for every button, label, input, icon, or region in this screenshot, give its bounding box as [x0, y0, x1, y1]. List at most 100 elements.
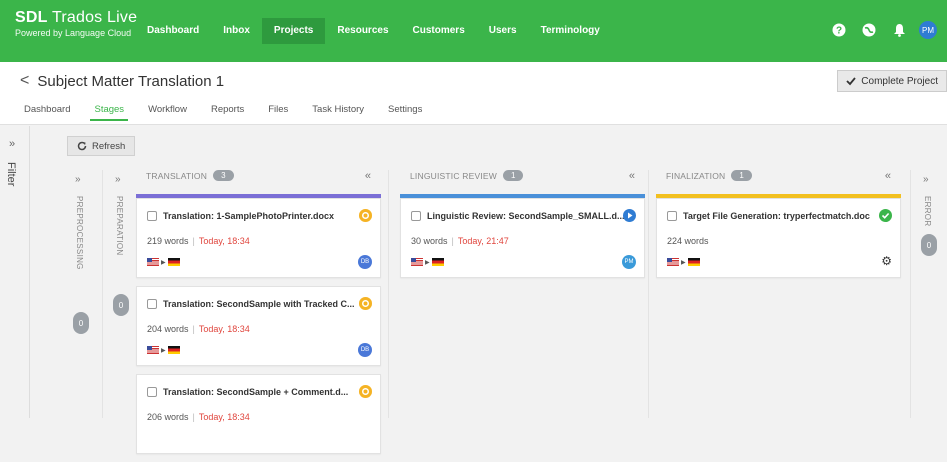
- expand-stage-icon[interactable]: »: [75, 174, 81, 185]
- nav-resources[interactable]: Resources: [325, 18, 400, 44]
- flag-de-icon: [167, 346, 180, 354]
- task-card[interactable]: Linguistic Review: SecondSample_SMALL.d.…: [400, 198, 645, 278]
- flag-de-icon: [687, 258, 700, 266]
- refresh-button[interactable]: Refresh: [67, 136, 136, 156]
- task-card[interactable]: Translation: 1-SamplePhotoPrinter.docx 2…: [136, 198, 381, 278]
- language-pair: ▶: [147, 258, 180, 266]
- project-tabs: Dashboard Stages Workflow Reports Files …: [24, 104, 434, 121]
- collapse-stage-icon[interactable]: «: [365, 170, 371, 182]
- complete-project-label: Complete Project: [861, 75, 938, 87]
- filter-sidebar[interactable]: » Filter: [0, 126, 30, 418]
- expand-stage-icon[interactable]: »: [923, 174, 929, 185]
- refresh-icon: [77, 141, 87, 151]
- task-card[interactable]: Target File Generation: tryperfectmatch.…: [656, 198, 901, 278]
- complete-project-button[interactable]: Complete Project: [837, 70, 947, 92]
- filter-label: Filter: [5, 162, 17, 187]
- task-due-date: Today, 18:34: [198, 324, 250, 334]
- assignee-avatar[interactable]: DB: [358, 255, 372, 269]
- task-title: Translation: SecondSample with Tracked C…: [163, 299, 355, 309]
- play-status-icon: [623, 209, 636, 222]
- svg-text:?: ?: [836, 26, 842, 37]
- tab-reports[interactable]: Reports: [199, 104, 256, 121]
- task-card[interactable]: Translation: SecondSample with Tracked C…: [136, 286, 381, 366]
- checkmark-icon: [846, 77, 856, 86]
- stage-finalization: FINALIZATION 1 « Target File Generation:…: [656, 166, 901, 418]
- task-title: Translation: 1-SamplePhotoPrinter.docx: [163, 211, 335, 221]
- nav-users[interactable]: Users: [477, 18, 529, 44]
- language-arrow-icon: ▶: [161, 259, 166, 266]
- brand-subtitle: Powered by Language Cloud: [15, 28, 132, 38]
- help-icon[interactable]: ?: [829, 20, 849, 40]
- task-card-list: Target File Generation: tryperfectmatch.…: [656, 198, 901, 286]
- refresh-label: Refresh: [92, 140, 126, 152]
- gear-icon[interactable]: ⚙: [881, 254, 892, 268]
- task-title: Target File Generation: tryperfectmatch.…: [683, 211, 870, 221]
- task-title: Linguistic Review: SecondSample_SMALL.d.…: [427, 211, 625, 221]
- column-divider: [910, 170, 911, 418]
- globe-icon[interactable]: [859, 20, 879, 40]
- stage-preprocessing-collapsed[interactable]: » PREPROCESSING 0: [66, 170, 96, 418]
- brand-logo[interactable]: SDL Trados Live Powered by Language Clou…: [15, 9, 137, 38]
- main-nav: Dashboard Inbox Projects Resources Custo…: [135, 18, 612, 44]
- column-divider: [648, 170, 649, 418]
- tab-stages[interactable]: Stages: [82, 104, 136, 121]
- title-row: < Subject Matter Translation 1: [20, 72, 224, 90]
- task-checkbox[interactable]: [147, 387, 157, 397]
- task-card[interactable]: Translation: SecondSample + Comment.d...…: [136, 374, 381, 454]
- back-arrow-icon[interactable]: <: [20, 72, 29, 90]
- stage-preprocessing-label: PREPROCESSING: [75, 196, 84, 270]
- tab-dashboard[interactable]: Dashboard: [24, 104, 82, 121]
- stage-title: LINGUISTIC REVIEW: [410, 170, 497, 181]
- stage-error-count: 0: [921, 234, 937, 256]
- project-header: < Subject Matter Translation 1 Complete …: [0, 62, 947, 125]
- task-checkbox[interactable]: [147, 211, 157, 221]
- task-due-date: Today, 21:47: [457, 236, 509, 246]
- bell-icon[interactable]: [889, 20, 909, 40]
- flag-us-icon: [147, 346, 159, 354]
- nav-dashboard[interactable]: Dashboard: [135, 18, 211, 44]
- task-word-count: 224 words: [667, 236, 709, 246]
- nav-customers[interactable]: Customers: [401, 18, 477, 44]
- user-avatar[interactable]: PM: [919, 21, 937, 39]
- flag-de-icon: [431, 258, 444, 266]
- task-due-date: Today, 18:34: [198, 236, 250, 246]
- stage-error-collapsed[interactable]: » ERROR 0: [914, 170, 944, 418]
- in-progress-status-icon: [359, 385, 372, 398]
- task-due-date: Today, 18:34: [198, 412, 250, 422]
- task-title: Translation: SecondSample + Comment.d...: [163, 387, 349, 397]
- stage-error-label: ERROR: [923, 196, 932, 227]
- brand-name-bold: SDL: [15, 9, 48, 26]
- task-checkbox[interactable]: [411, 211, 421, 221]
- task-checkbox[interactable]: [667, 211, 677, 221]
- flag-us-icon: [667, 258, 679, 266]
- task-word-count: 204 words: [147, 324, 189, 334]
- task-word-count: 219 words: [147, 236, 189, 246]
- collapse-stage-icon[interactable]: «: [885, 170, 891, 182]
- task-word-count: 30 words: [411, 236, 448, 246]
- expand-filter-icon[interactable]: »: [9, 138, 15, 150]
- assignee-avatar[interactable]: PM: [622, 255, 636, 269]
- column-divider: [388, 170, 389, 418]
- tab-settings[interactable]: Settings: [376, 104, 434, 121]
- tab-workflow[interactable]: Workflow: [136, 104, 199, 121]
- nav-terminology[interactable]: Terminology: [529, 18, 612, 44]
- language-arrow-icon: ▶: [161, 347, 166, 354]
- collapse-stage-icon[interactable]: «: [629, 170, 635, 182]
- assignee-avatar[interactable]: DB: [358, 343, 372, 357]
- task-checkbox[interactable]: [147, 299, 157, 309]
- tab-task-history[interactable]: Task History: [300, 104, 376, 121]
- top-navigation-bar: SDL Trados Live Powered by Language Clou…: [0, 0, 947, 62]
- stage-title: TRANSLATION: [146, 170, 208, 181]
- language-pair: ▶: [411, 258, 444, 266]
- language-arrow-icon: ▶: [681, 259, 686, 266]
- stage-preparation-count: 0: [113, 294, 129, 316]
- stage-preparation-collapsed[interactable]: » PREPARATION 0: [106, 170, 136, 418]
- expand-stage-icon[interactable]: »: [115, 174, 121, 185]
- stage-count-badge: 1: [503, 170, 524, 181]
- brand-name-light: Trados Live: [47, 9, 138, 26]
- nav-projects[interactable]: Projects: [261, 18, 326, 44]
- language-pair: ▶: [147, 346, 180, 354]
- tab-files[interactable]: Files: [256, 104, 300, 121]
- nav-inbox[interactable]: Inbox: [211, 18, 262, 44]
- task-card-list: Translation: 1-SamplePhotoPrinter.docx 2…: [136, 198, 381, 462]
